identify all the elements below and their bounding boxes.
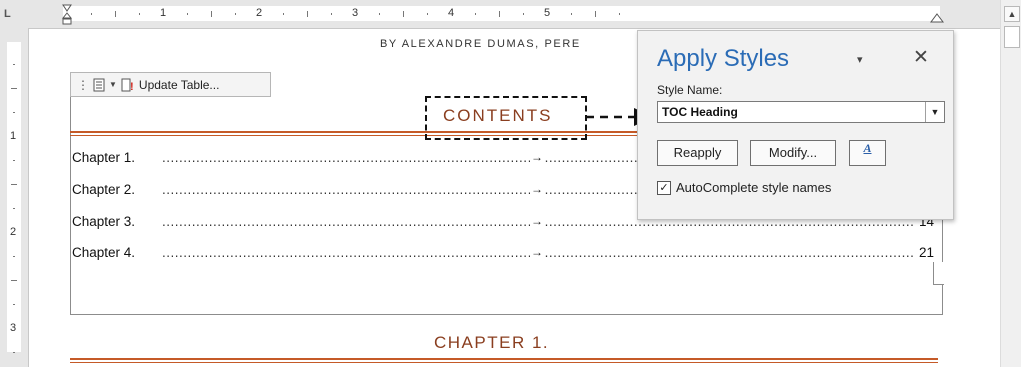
ruler-number: 1 (160, 7, 167, 19)
autocomplete-option[interactable]: ✓ AutoComplete style names (657, 180, 831, 195)
ruler-tick (283, 13, 284, 15)
ruler-tick (13, 352, 15, 353)
left-indent-marker-icon[interactable] (62, 4, 72, 26)
pane-title: Apply Styles (657, 45, 790, 72)
ruler-tick (13, 112, 15, 113)
ruler-tick (571, 13, 572, 15)
ruler-number: 5 (544, 7, 551, 19)
toc-menu-chevron-down-icon[interactable]: ▼ (109, 80, 117, 89)
pane-options-chevron-down-icon[interactable]: ▾ (857, 53, 863, 66)
ruler-tick (13, 160, 15, 161)
ruler-number: 2 (256, 7, 263, 19)
ruler-tick (595, 11, 596, 17)
tab-mark-icon: → (530, 245, 544, 259)
right-indent-marker-icon[interactable] (930, 13, 944, 23)
tab-mark-icon: → (530, 214, 544, 228)
document-byline: BY ALEXANDRE DUMAS, PERE (380, 38, 581, 50)
horizontal-ruler[interactable]: 1 2 3 4 5 (0, 0, 1000, 29)
style-name-input[interactable] (658, 102, 932, 122)
autocomplete-label: AutoComplete style names (676, 180, 832, 195)
ruler-tick (235, 13, 236, 15)
toc-entry-page: 21 (916, 245, 934, 260)
update-table-button[interactable]: Update Table... (139, 78, 220, 92)
heading-rule (70, 358, 938, 360)
ruler-tick (13, 64, 15, 65)
modify-button[interactable]: Modify... (750, 140, 836, 166)
ruler-tick (139, 13, 140, 15)
update-table-icon[interactable]: ! (121, 78, 135, 92)
ruler-tick (11, 88, 17, 89)
vertical-scrollbar[interactable]: ▲ (1000, 0, 1021, 367)
styles-pane-button[interactable]: A (849, 140, 886, 166)
chapter-heading: CHAPTER 1. (434, 333, 550, 352)
ruler-tick (523, 13, 524, 15)
tab-selector-icon[interactable]: L (4, 8, 18, 20)
vertical-ruler[interactable]: 1 2 3 (0, 28, 29, 367)
close-icon[interactable]: ✕ (913, 46, 929, 69)
ruler-tick (475, 13, 476, 15)
ruler-tick (13, 208, 15, 209)
callout-dashed-box (425, 96, 587, 140)
ruler-number: 3 (352, 7, 359, 19)
scroll-up-icon[interactable]: ▲ (1004, 6, 1020, 22)
ruler-tick (427, 13, 428, 15)
ruler-tick (307, 11, 308, 17)
style-dropdown-chevron-down-icon[interactable]: ▼ (925, 102, 944, 122)
tab-mark-icon: → (530, 150, 544, 164)
ruler-text-area (63, 6, 940, 21)
ruler-tick (11, 280, 17, 281)
ruler-tick (13, 256, 15, 257)
ruler-tick (115, 11, 116, 17)
ruler-number: 1 (10, 130, 17, 142)
svg-text:!: ! (130, 81, 134, 92)
reapply-button[interactable]: Reapply (657, 140, 738, 166)
style-name-label: Style Name: (657, 83, 723, 97)
toc-entry-label: Chapter 4. (72, 245, 136, 260)
styles-icon: A (863, 141, 872, 155)
ruler-tick (13, 304, 15, 305)
scroll-thumb[interactable] (1004, 26, 1020, 48)
toc-menu-icon[interactable] (93, 78, 105, 92)
heading-rule (70, 362, 938, 363)
ruler-tick (91, 13, 92, 15)
ruler-tick (403, 11, 404, 17)
apply-styles-pane: Apply Styles ▾ ✕ Style Name: ▼ Reapply M… (637, 30, 954, 220)
ruler-tick (11, 184, 17, 185)
autocomplete-checkbox[interactable]: ✓ (657, 180, 671, 195)
style-name-combobox: ▼ (657, 101, 945, 123)
ruler-number: 4 (448, 7, 455, 19)
ruler-tick (211, 11, 212, 17)
ruler-tick (379, 13, 380, 15)
toc-entry-label: Chapter 2. (72, 182, 136, 197)
toc-box-notch (933, 262, 944, 285)
toc-drag-handle-icon[interactable]: ⋮ (77, 78, 89, 92)
ruler-tick (619, 13, 620, 15)
ruler-tick (499, 11, 500, 17)
ruler-tick (331, 13, 332, 15)
ruler-tick (187, 13, 188, 15)
ruler-number: 2 (10, 226, 17, 238)
tab-mark-icon: → (530, 182, 544, 196)
ruler-number: 3 (10, 322, 17, 334)
toc-entry-label: Chapter 1. (72, 150, 136, 165)
toc-toolbar: ⋮ ▼ ! Update Table... (70, 72, 271, 97)
toc-entry-label: Chapter 3. (72, 214, 136, 229)
toc-entry[interactable]: Chapter 4...............................… (72, 245, 938, 265)
